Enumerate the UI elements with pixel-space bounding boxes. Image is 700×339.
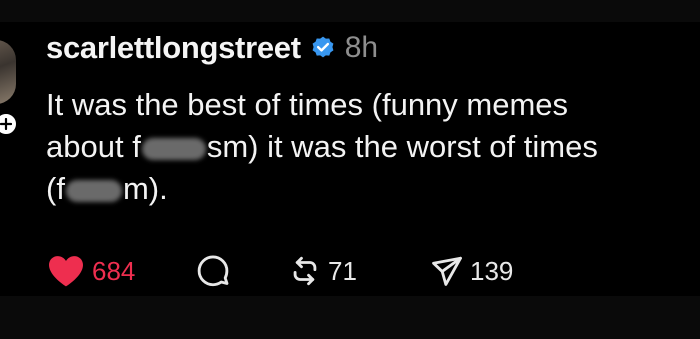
post-header: scarlettlongstreet 8h xyxy=(46,26,378,70)
timestamp: 8h xyxy=(344,31,379,64)
post-text-segment: sm) it was the worst of times xyxy=(206,129,598,164)
action-bar: 684 71 139 xyxy=(46,254,513,288)
post-text-segment: about f xyxy=(46,129,141,164)
share-icon xyxy=(432,256,462,286)
bottom-band xyxy=(0,296,700,339)
repost-count: 71 xyxy=(328,255,357,286)
post-text-segment: (f xyxy=(46,171,65,206)
like-button[interactable]: 684 xyxy=(46,254,196,288)
heart-icon xyxy=(49,256,83,287)
follow-button[interactable] xyxy=(0,112,18,136)
post-text-segment: m). xyxy=(122,171,168,206)
repost-button[interactable]: 71 xyxy=(288,254,430,288)
verified-badge-icon xyxy=(310,35,336,61)
username[interactable]: scarlettlongstreet xyxy=(46,30,301,66)
post-card: scarlettlongstreet 8h It was the best of… xyxy=(0,22,700,296)
reply-icon xyxy=(197,255,229,287)
share-button[interactable]: 139 xyxy=(430,254,513,288)
post-text-line-3: (f m). xyxy=(46,168,686,210)
plus-icon xyxy=(0,118,12,130)
repost-icon xyxy=(293,256,317,286)
censor-blur xyxy=(65,179,122,202)
like-count: 684 xyxy=(92,255,136,286)
post-text-line-1: It was the best of times (funny memes xyxy=(46,87,569,122)
censor-blur xyxy=(141,137,206,160)
share-count: 139 xyxy=(470,255,514,286)
post-text: It was the best of times (funny memes ab… xyxy=(46,84,686,210)
top-band xyxy=(0,0,700,22)
avatar[interactable] xyxy=(0,40,16,104)
post-text-line-2: about f sm) it was the worst of times xyxy=(46,126,686,168)
reply-button[interactable] xyxy=(196,254,288,288)
